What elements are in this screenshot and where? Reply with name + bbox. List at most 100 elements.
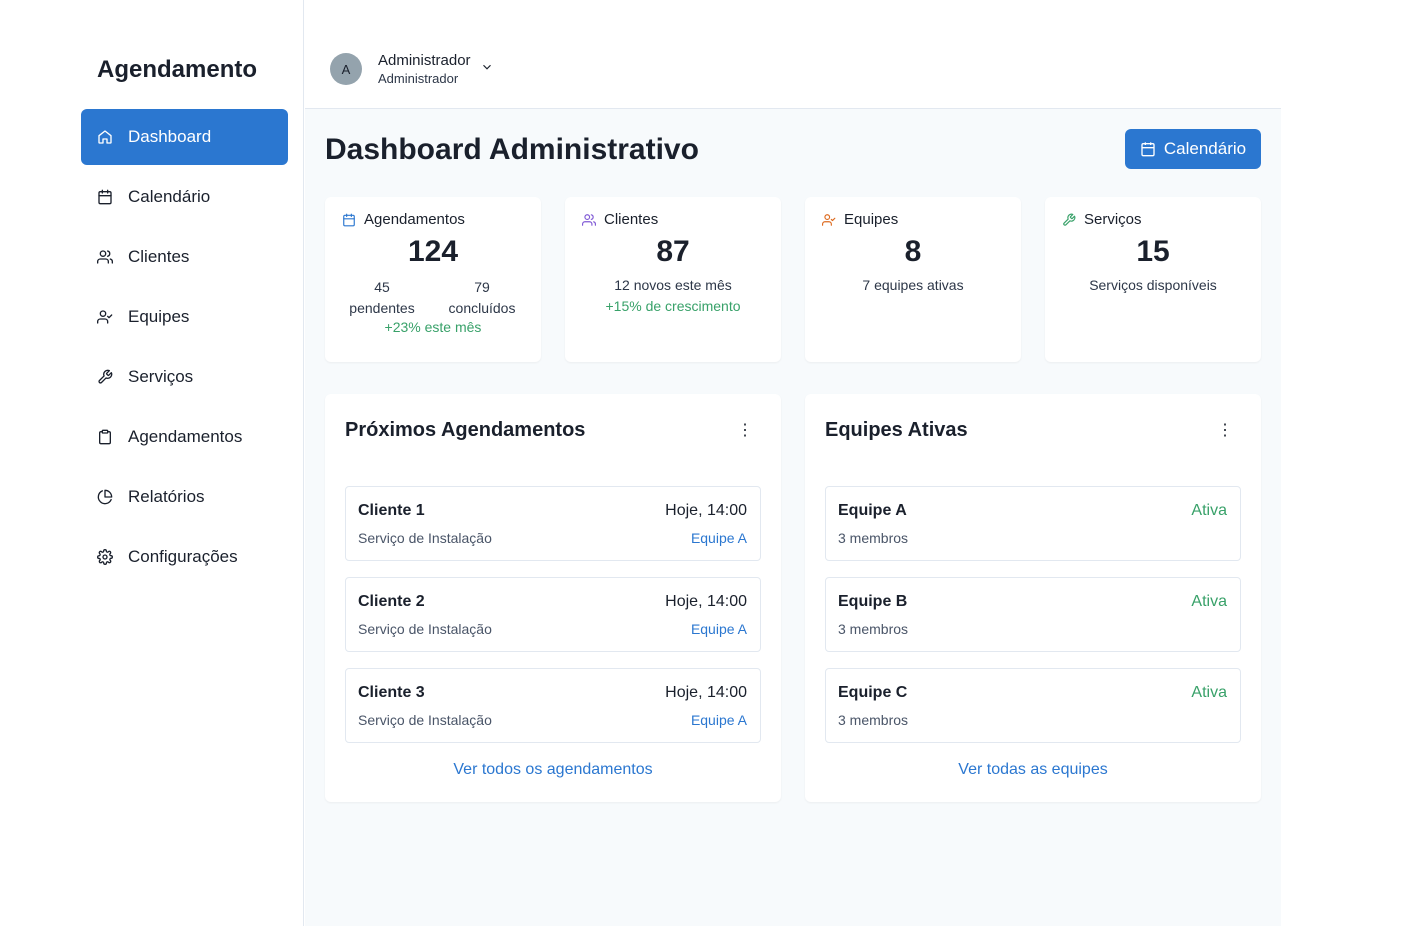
view-all-appointments-link[interactable]: Ver todos os agendamentos [325, 761, 781, 779]
team-link[interactable]: Equipe A [691, 712, 747, 728]
list-item[interactable]: Equipe C 3 membros Ativa [825, 668, 1241, 743]
stat-header: Serviços [1062, 211, 1142, 228]
team-link[interactable]: Equipe A [691, 530, 747, 546]
stat-done: 79 concluídos [442, 277, 522, 319]
sidebar: Agendamento Dashboard Calendário Cliente… [0, 0, 304, 926]
panel-title: Equipes Ativas [825, 419, 968, 441]
stat-header: Clientes [582, 211, 658, 228]
stat-sub: Serviços disponíveis [1089, 277, 1217, 293]
sidebar-item-label: Relatórios [128, 487, 205, 506]
status-badge: Ativa [1191, 684, 1227, 701]
view-all-teams-link[interactable]: Ver todas as equipes [805, 761, 1261, 779]
appointment-time: Hoje, 14:00 [665, 502, 747, 519]
sidebar-item-relatorios[interactable]: Relatórios [81, 469, 288, 525]
teams-panel: Equipes Ativas ⋮ Equipe A 3 membros Ativ… [805, 394, 1261, 802]
list-item[interactable]: Equipe A 3 membros Ativa [825, 486, 1241, 561]
users-icon [582, 213, 596, 226]
gear-icon [97, 549, 113, 565]
stat-growth: +23% este mês [384, 319, 482, 335]
list-item[interactable]: Cliente 2 Serviço de Instalação Hoje, 14… [345, 577, 761, 652]
team-members: 3 membros [838, 712, 909, 728]
stat-card-clientes: Clientes 87 12 novos este mês +15% de cr… [565, 197, 781, 362]
pie-chart-icon [97, 489, 113, 505]
user-check-icon [822, 213, 836, 226]
sidebar-item-label: Equipes [128, 307, 190, 326]
appointment-time: Hoje, 14:00 [665, 593, 747, 610]
sidebar-item-clientes[interactable]: Clientes [81, 229, 288, 285]
stat-card-servicos: Serviços 15 Serviços disponíveis [1045, 197, 1261, 362]
chevron-down-icon[interactable] [480, 60, 494, 74]
done-label: concluídos [448, 300, 516, 316]
stat-label: Agendamentos [364, 211, 465, 228]
pending-label: pendentes [349, 300, 415, 316]
calendar-icon [343, 213, 355, 226]
done-count: 79 [474, 279, 490, 295]
sidebar-item-label: Agendamentos [128, 427, 243, 446]
list-item[interactable]: Cliente 3 Serviço de Instalação Hoje, 14… [345, 668, 761, 743]
stats-row: Agendamentos 124 45 pendentes 79 concluí… [325, 197, 1261, 362]
team-name: Equipe A [838, 502, 907, 519]
sidebar-item-label: Serviços [128, 367, 194, 386]
topbar: A Administrador Administrador [305, 28, 1281, 109]
stat-card-equipes: Equipes 8 7 equipes ativas [805, 197, 1021, 362]
sidebar-item-label: Clientes [128, 247, 190, 266]
panel-title: Próximos Agendamentos [345, 419, 586, 441]
list-item[interactable]: Cliente 1 Serviço de Instalação Hoje, 14… [345, 486, 761, 561]
stat-value: 124 [407, 235, 459, 268]
upcoming-panel: Próximos Agendamentos ⋮ Cliente 1 Serviç… [325, 394, 781, 802]
stat-value: 8 [904, 235, 922, 268]
main-content: Dashboard Administrativo Calendário Agen… [305, 109, 1281, 926]
stat-label: Clientes [604, 211, 659, 228]
sidebar-nav: Dashboard Calendário Clientes Equipes Se… [81, 109, 288, 589]
sidebar-item-label: Calendário [128, 187, 211, 206]
team-members: 3 membros [838, 530, 909, 546]
team-name: Equipe C [838, 684, 908, 701]
stat-value: 15 [1136, 235, 1170, 268]
status-badge: Ativa [1191, 502, 1227, 519]
home-icon [97, 129, 113, 145]
stat-value: 87 [656, 235, 690, 268]
service-name: Serviço de Instalação [358, 621, 492, 637]
more-vertical-icon[interactable]: ⋮ [1217, 422, 1233, 439]
user-check-icon [97, 309, 113, 325]
sidebar-item-label: Dashboard [128, 127, 212, 146]
avatar[interactable]: A [330, 53, 362, 85]
sidebar-item-calendario[interactable]: Calendário [81, 169, 288, 225]
appointment-time: Hoje, 14:00 [665, 684, 747, 701]
sidebar-item-agendamentos[interactable]: Agendamentos [81, 409, 288, 465]
team-name: Equipe B [838, 593, 908, 610]
wrench-icon [1063, 213, 1076, 226]
stat-label: Serviços [1084, 211, 1142, 228]
client-name: Cliente 1 [358, 502, 425, 519]
user-role: Administrador [378, 71, 459, 86]
sidebar-item-servicos[interactable]: Serviços [81, 349, 288, 405]
client-name: Cliente 3 [358, 684, 425, 701]
stat-growth: +15% de crescimento [605, 298, 741, 314]
service-name: Serviço de Instalação [358, 530, 492, 546]
calendar-icon [97, 189, 113, 205]
list-item[interactable]: Equipe B 3 membros Ativa [825, 577, 1241, 652]
stat-label: Equipes [844, 211, 899, 228]
pending-count: 45 [374, 279, 390, 295]
calendar-icon [1141, 142, 1155, 157]
wrench-icon [97, 369, 113, 385]
user-name[interactable]: Administrador [378, 52, 471, 69]
page-title: Dashboard Administrativo [325, 133, 699, 166]
status-badge: Ativa [1191, 593, 1227, 610]
stat-card-agendamentos: Agendamentos 124 45 pendentes 79 concluí… [325, 197, 541, 362]
stat-header: Agendamentos [342, 211, 465, 228]
calendar-button[interactable]: Calendário [1125, 129, 1261, 169]
more-vertical-icon[interactable]: ⋮ [737, 422, 753, 439]
sidebar-item-dashboard[interactable]: Dashboard [81, 109, 288, 165]
calendar-button-label: Calendário [1163, 139, 1247, 158]
sidebar-item-equipes[interactable]: Equipes [81, 289, 288, 345]
stat-sub: 12 novos este mês [614, 277, 732, 293]
sidebar-item-configuracoes[interactable]: Configurações [81, 529, 288, 585]
sidebar-item-label: Configurações [128, 547, 238, 566]
stat-header: Equipes [822, 211, 898, 228]
team-members: 3 membros [838, 621, 909, 637]
stat-sub: 7 equipes ativas [862, 277, 964, 293]
clipboard-icon [97, 429, 113, 445]
team-link[interactable]: Equipe A [691, 621, 747, 637]
service-name: Serviço de Instalação [358, 712, 492, 728]
